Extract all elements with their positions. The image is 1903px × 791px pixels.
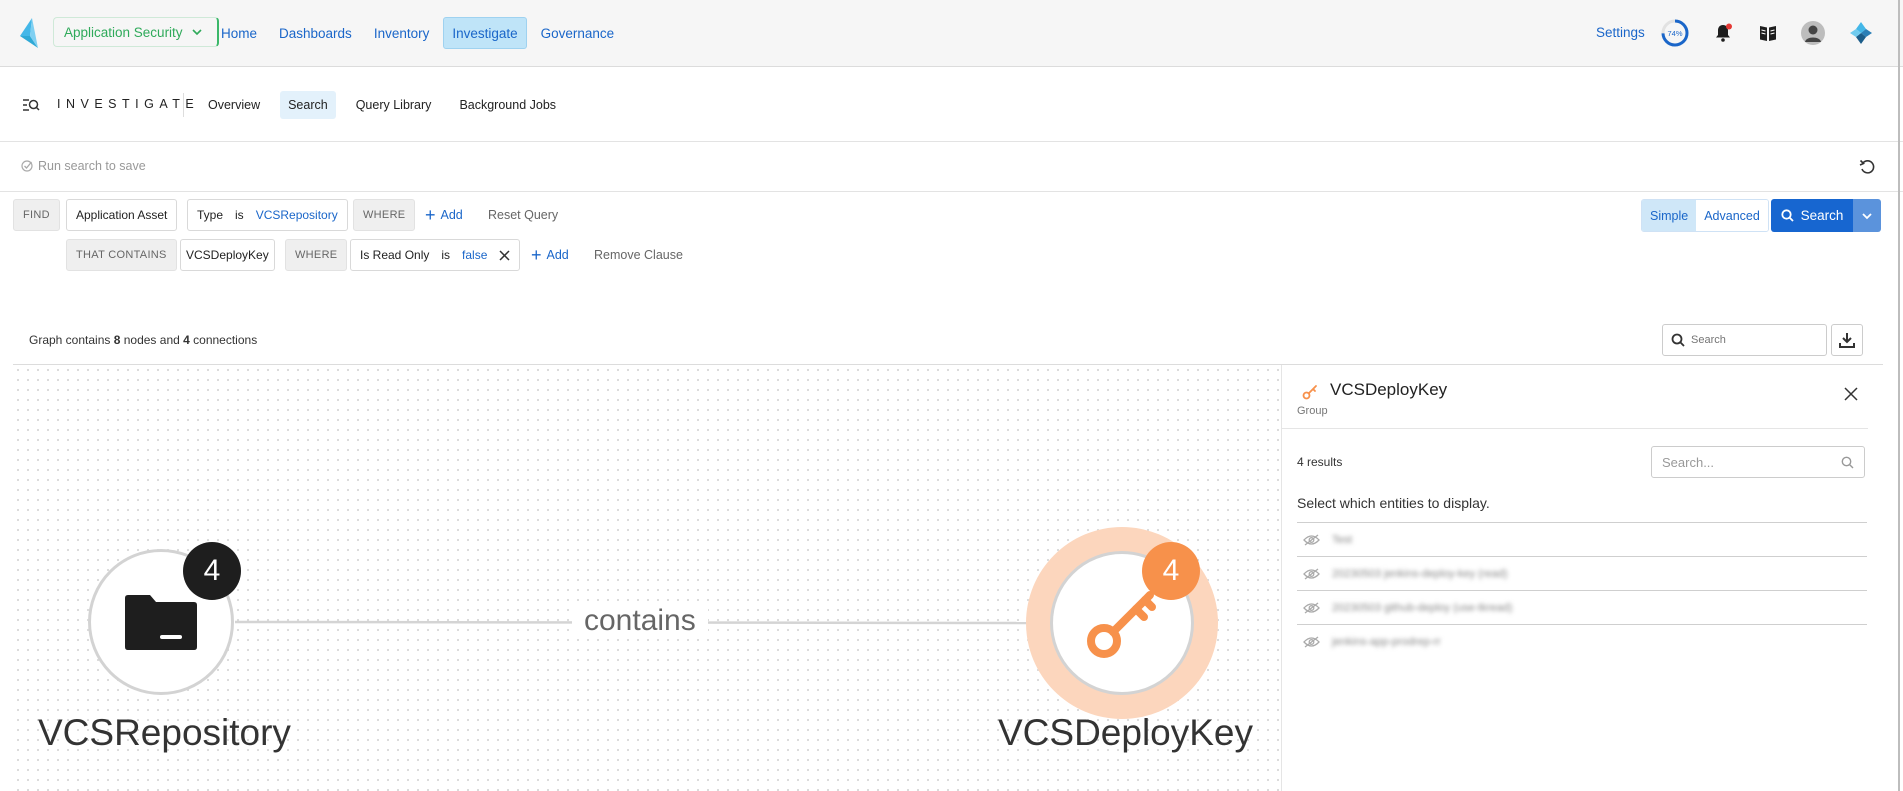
entity-name: Test — [1332, 533, 1353, 546]
entity-name: 20230503 jenkins-deploy-key (read) — [1332, 567, 1508, 580]
product-switcher-icon[interactable] — [1848, 20, 1874, 46]
edge-label: contains — [572, 604, 708, 638]
user-avatar[interactable] — [1800, 20, 1826, 46]
settings-link[interactable]: Settings — [1596, 25, 1645, 40]
key-icon — [1302, 385, 1317, 400]
eye-off-icon[interactable] — [1303, 567, 1320, 580]
entity-name: 20230503 github-deploy (use-tkread) — [1332, 601, 1513, 614]
search-options-button[interactable] — [1853, 199, 1881, 232]
entity-row[interactable]: 20230503 github-deploy (use-tkread) — [1297, 590, 1867, 624]
panel-title: VCSDeployKey — [1330, 380, 1448, 399]
entity-row[interactable]: jenkins-app-prodrep-rr — [1297, 624, 1867, 658]
mode-simple[interactable]: Simple — [1642, 200, 1697, 231]
panel-header: VCSDeployKey Group — [1282, 365, 1868, 429]
panel-search-field[interactable]: Search... — [1651, 446, 1865, 478]
search-button[interactable]: Search — [1771, 199, 1853, 232]
reset-icon[interactable] — [1858, 158, 1876, 176]
bell-icon[interactable] — [1710, 20, 1736, 46]
entity-row[interactable]: Test — [1297, 522, 1867, 556]
eye-off-icon[interactable] — [1303, 533, 1320, 546]
node-count-badge: 4 — [1142, 542, 1200, 600]
panel-subtitle: Group — [1297, 405, 1328, 417]
node-label-vcsrepository: VCSRepository — [38, 712, 291, 753]
progress-value: 74% — [1667, 28, 1683, 38]
search-button-label: Search — [1800, 208, 1844, 223]
node-count-badge: 4 — [183, 542, 241, 600]
node-label-vcsdeploykey: VCSDeployKey — [998, 712, 1254, 753]
search-icon — [1841, 456, 1854, 468]
key-icon — [1087, 591, 1156, 658]
eye-off-icon[interactable] — [1303, 601, 1320, 614]
close-icon[interactable] — [1844, 387, 1858, 401]
download-icon — [1839, 333, 1855, 348]
select-hint: Select which entities to display. — [1297, 495, 1490, 511]
docs-book-icon[interactable] — [1755, 20, 1781, 46]
eye-off-icon[interactable] — [1303, 635, 1320, 648]
results-count: 4 results — [1297, 455, 1343, 469]
search-button-group: Search — [1771, 199, 1881, 232]
mode-advanced[interactable]: Advanced — [1696, 200, 1768, 231]
panel-search-placeholder: Search... — [1662, 454, 1715, 470]
entity-name: jenkins-app-prodrep-rr — [1332, 635, 1441, 648]
group-details-panel: VCSDeployKey Group 4 results Search... S… — [1281, 365, 1903, 791]
graph-search-field[interactable] — [1662, 324, 1827, 356]
search-icon — [1671, 333, 1685, 347]
window-edge — [1898, 0, 1900, 791]
folder-icon — [125, 595, 197, 650]
query-mode-toggle: Simple Advanced — [1641, 199, 1769, 232]
progress-ring[interactable]: 74% — [1660, 18, 1690, 48]
download-button[interactable] — [1831, 324, 1863, 356]
graph-search-input[interactable] — [1691, 334, 1811, 346]
chevron-down-icon — [1862, 212, 1872, 219]
entity-row[interactable]: 20230503 jenkins-deploy-key (read) — [1297, 556, 1867, 590]
search-icon — [1781, 209, 1794, 222]
